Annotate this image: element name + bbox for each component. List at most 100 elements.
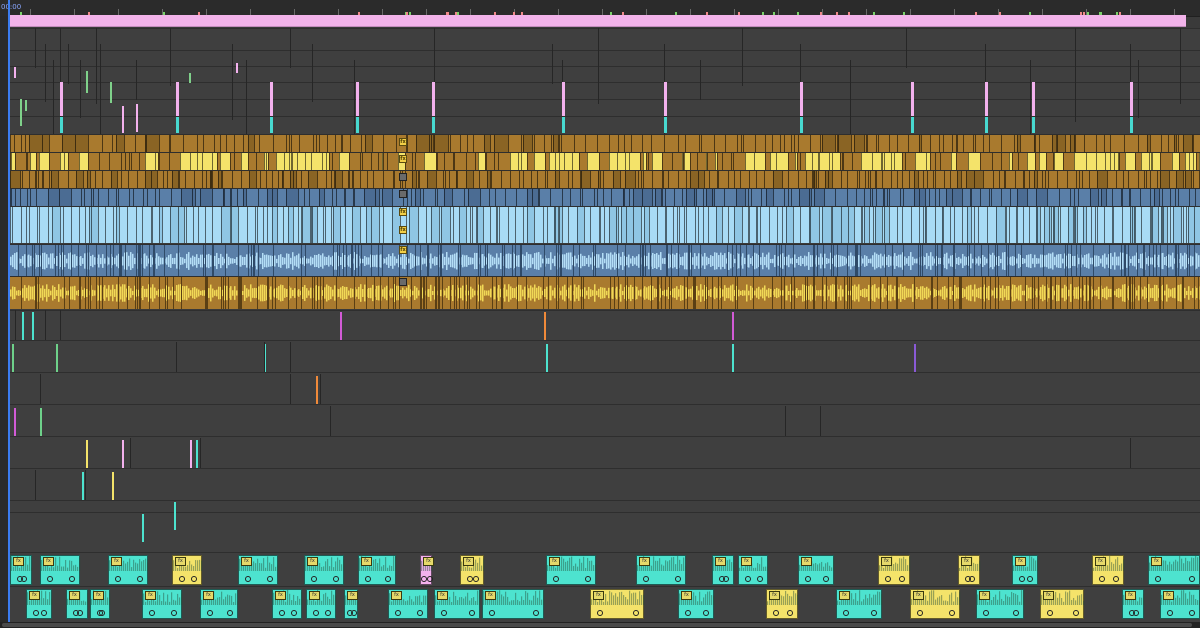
pink-marker-clip[interactable]: [1130, 82, 1133, 116]
cyan-marker-clip[interactable]: [1130, 117, 1133, 133]
video-clip[interactable]: [1193, 135, 1200, 153]
video-clip[interactable]: [939, 189, 946, 207]
video-clip[interactable]: [550, 189, 562, 207]
video-clip[interactable]: [963, 135, 973, 153]
video-clip[interactable]: [62, 135, 75, 153]
video-clip[interactable]: [371, 153, 378, 171]
video-clip[interactable]: [690, 171, 698, 189]
video-clip[interactable]: [222, 171, 232, 189]
video-clip[interactable]: [1130, 189, 1140, 207]
video-clip[interactable]: [495, 189, 505, 207]
video-clip[interactable]: [875, 207, 882, 243]
video-clip[interactable]: [480, 189, 489, 207]
video-clip[interactable]: [510, 153, 518, 171]
video-clip[interactable]: [247, 207, 255, 243]
video-clip[interactable]: [534, 207, 543, 243]
video-clip[interactable]: [79, 153, 88, 171]
video-clip[interactable]: [559, 171, 568, 189]
video-clip[interactable]: [633, 207, 641, 243]
video-clip[interactable]: [268, 153, 276, 171]
video-clip[interactable]: [505, 189, 516, 207]
keyframe-icon[interactable]: [77, 610, 83, 616]
video-clip[interactable]: [10, 171, 20, 189]
video-clip[interactable]: [118, 189, 129, 207]
cyan-marker-clip[interactable]: [1032, 117, 1035, 133]
video-clip[interactable]: [582, 189, 594, 207]
audio-clip[interactable]: fx: [678, 589, 715, 619]
video-clip[interactable]: [854, 135, 864, 153]
video-clip[interactable]: [352, 207, 360, 243]
video-clip[interactable]: [349, 153, 360, 171]
keyframe-icon[interactable]: [1099, 576, 1105, 582]
keyframe-icon[interactable]: [1155, 576, 1161, 582]
video-clip[interactable]: [772, 135, 780, 153]
video-clip[interactable]: [666, 207, 673, 243]
video-clip[interactable]: [884, 153, 891, 171]
keyframe-icon[interactable]: [267, 576, 273, 582]
video-clip[interactable]: [665, 189, 674, 207]
video-clip[interactable]: [510, 171, 519, 189]
video-clip[interactable]: [232, 171, 241, 189]
video-clip[interactable]: [181, 189, 192, 207]
video-clip[interactable]: [926, 207, 935, 243]
video-clip[interactable]: [108, 189, 116, 207]
video-clip[interactable]: [882, 171, 891, 189]
video-clip[interactable]: [1015, 171, 1023, 189]
keyframe-icon[interactable]: [1073, 610, 1079, 616]
video-clip[interactable]: [889, 189, 900, 207]
video-clip[interactable]: [1173, 207, 1181, 243]
video-clip[interactable]: [814, 189, 824, 207]
clip-marker-box[interactable]: [399, 278, 407, 286]
video-clip[interactable]: [68, 153, 79, 171]
audio-track-music-2[interactable]: fx fx fx fx fx fx fx fx fx fx fx fx fx fx fx fx fx fx fx fx: [10, 586, 1200, 623]
video-clip[interactable]: [133, 189, 143, 207]
audio-clip[interactable]: fx: [836, 589, 883, 619]
video-clip[interactable]: [319, 135, 327, 153]
video-clip[interactable]: [350, 135, 361, 153]
video-clip[interactable]: [1086, 153, 1096, 171]
video-clip[interactable]: [527, 207, 534, 243]
video-clip[interactable]: [649, 207, 657, 243]
video-clip[interactable]: [333, 207, 340, 243]
audio-clip[interactable]: fx: [26, 589, 53, 619]
video-clip[interactable]: [685, 135, 699, 153]
keyframe-icon[interactable]: [983, 610, 989, 616]
video-clip[interactable]: [1005, 171, 1015, 189]
marker-clip[interactable]: [196, 440, 198, 468]
keyframe-icon[interactable]: [969, 576, 975, 582]
video-clip[interactable]: [902, 171, 909, 189]
video-clip[interactable]: [1194, 207, 1200, 243]
keyframe-icon[interactable]: [191, 576, 197, 582]
video-clip[interactable]: [452, 189, 464, 207]
video-clip[interactable]: [878, 135, 889, 153]
video-clip[interactable]: [1078, 189, 1090, 207]
video-clip[interactable]: [1160, 153, 1172, 171]
video-clip[interactable]: [966, 171, 974, 189]
keyframe-icon[interactable]: [21, 576, 27, 582]
video-clip[interactable]: [905, 153, 915, 171]
video-clip[interactable]: [696, 189, 703, 207]
audio-clip[interactable]: fx: [460, 555, 485, 585]
fx-badge-icon[interactable]: fx: [399, 138, 407, 146]
cyan-marker-clip[interactable]: [800, 117, 803, 133]
video-clip[interactable]: [718, 171, 728, 189]
keyframe-icon[interactable]: [1133, 610, 1139, 616]
video-clip[interactable]: [1138, 135, 1147, 153]
video-clip[interactable]: [547, 207, 554, 243]
video-clip[interactable]: [766, 189, 773, 207]
video-clip[interactable]: [678, 135, 685, 153]
video-clip[interactable]: [1060, 207, 1068, 243]
video-clip[interactable]: [847, 171, 857, 189]
video-clip[interactable]: [39, 153, 49, 171]
video-clip[interactable]: [345, 207, 352, 243]
video-clip[interactable]: [1160, 171, 1169, 189]
video-track-8[interactable]: [10, 28, 1200, 51]
small-marker-clip[interactable]: [122, 106, 124, 133]
timeline-panel[interactable]: 00:00 fx fx fx fx fx fx fx fx fx fx fx fx fx fx fx fx f…: [0, 0, 1200, 628]
video-clip[interactable]: [788, 171, 798, 189]
horizontal-scrollbar[interactable]: [0, 622, 1200, 628]
marker-clip[interactable]: [56, 344, 58, 372]
video-clip[interactable]: [847, 189, 856, 207]
video-clip[interactable]: [793, 207, 800, 243]
video-clip[interactable]: [534, 135, 544, 153]
